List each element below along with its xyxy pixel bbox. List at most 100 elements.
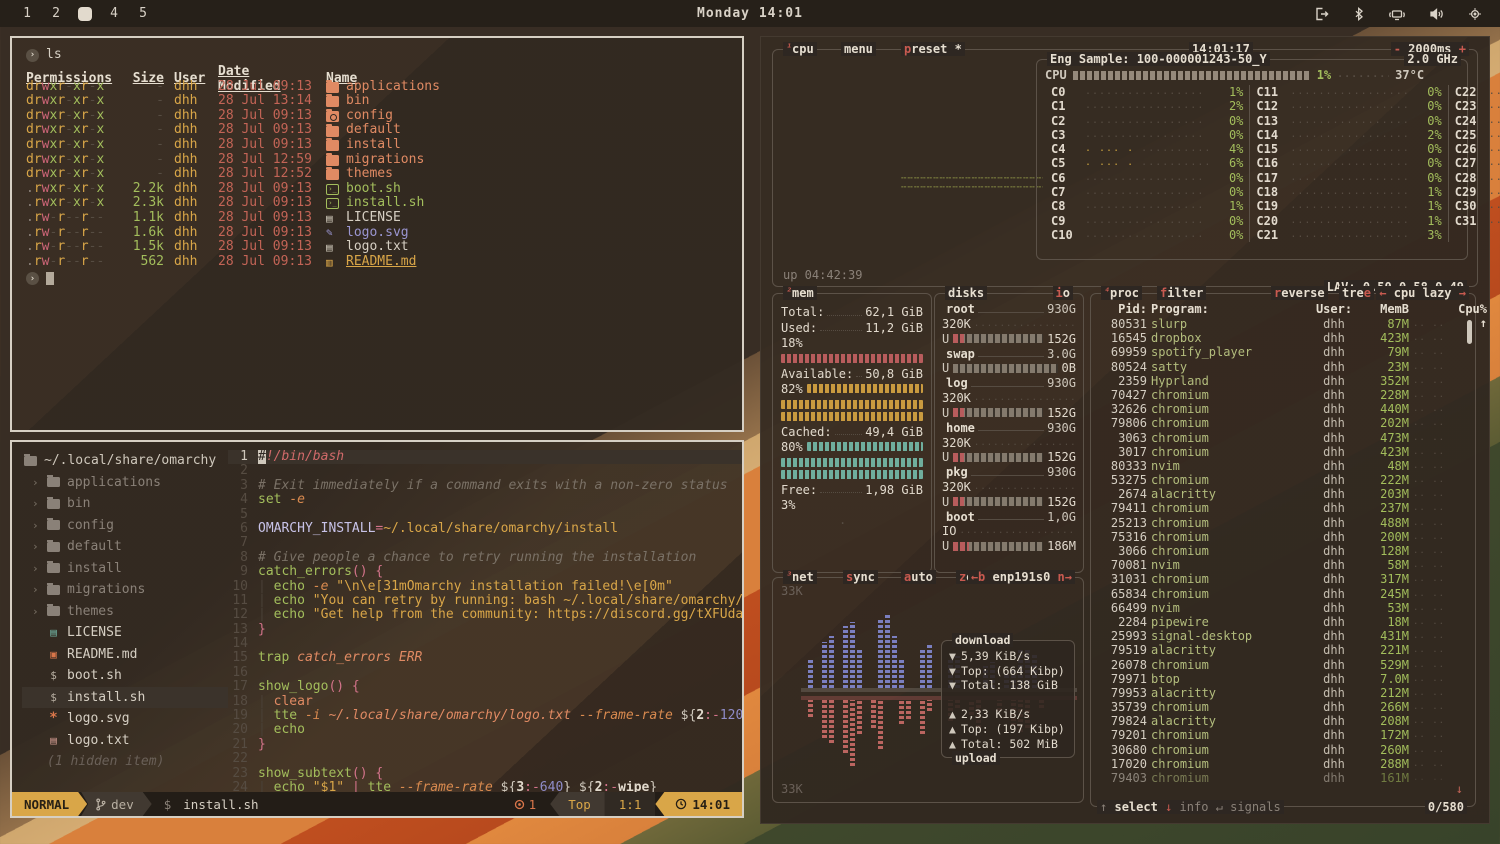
terminal-cursor[interactable]	[46, 272, 54, 285]
code-line[interactable]: 18│ clear	[228, 695, 742, 709]
tree-item-install[interactable]: ›install	[22, 558, 228, 580]
net-sync-button[interactable]: sync	[843, 570, 878, 584]
process-row[interactable]: 26078chromiumdhh529M.. .. ..0.0	[1099, 658, 1465, 672]
code-line[interactable]: 9catch_errors() {	[228, 565, 742, 579]
proc-tab[interactable]: ⁴proc	[1101, 286, 1142, 300]
preset-button[interactable]: preset *	[901, 42, 965, 56]
process-row[interactable]: 79971btopdhh7.0M.. .. ..0.0	[1099, 672, 1465, 686]
volume-icon[interactable]	[1429, 7, 1444, 21]
disks-tab[interactable]: disks	[945, 286, 987, 300]
process-row[interactable]: 2674alacrittydhh203M.. .. ..0.0	[1099, 487, 1465, 501]
code-line[interactable]: 24│ echo "$1" | tte --frame-rate ${3:-64…	[228, 781, 742, 792]
settings-icon[interactable]	[1468, 7, 1482, 21]
tree-item-bin[interactable]: ›bin	[22, 493, 228, 515]
mem-tab[interactable]: ²mem	[783, 286, 817, 300]
process-row[interactable]: 2359Hyprlanddhh352M.. .. ..0.0	[1099, 374, 1465, 388]
tree-item-boot.sh[interactable]: $boot.sh	[22, 665, 228, 687]
code-line[interactable]: 19│ tte -i ~/.local/share/omarchy/logo.t…	[228, 709, 742, 723]
net-auto-button[interactable]: auto	[901, 570, 936, 584]
process-row[interactable]: 53275chromiumdhh222M.. .. ..0.0	[1099, 473, 1465, 487]
code-line[interactable]: 4set -e	[228, 493, 742, 507]
process-row[interactable]: 75316chromiumdhh200M.. .. ..0.0	[1099, 530, 1465, 544]
tree-item-logo.svg[interactable]: *logo.svg	[22, 708, 228, 730]
code-line[interactable]: 15trap catch_errors ERR	[228, 651, 742, 665]
code-line[interactable]: 12│ echo "Get help from the community: h…	[228, 608, 742, 622]
bluetooth-icon[interactable]	[1353, 7, 1365, 21]
process-row[interactable]: 3063chromiumdhh473M.. .. ..0.0	[1099, 431, 1465, 445]
cpu-tab[interactable]: ¹cpu	[783, 42, 817, 56]
process-row[interactable]: 79411chromiumdhh237M.. .. ..0.0	[1099, 501, 1465, 515]
code-line[interactable]: 13}	[228, 623, 742, 637]
code-line[interactable]: 22	[228, 752, 742, 766]
code-line[interactable]: 21}	[228, 738, 742, 752]
process-row[interactable]: 79953alacrittydhh212M.. .. ..0.0	[1099, 686, 1465, 700]
process-row[interactable]: 79806chromiumdhh202M.. .. ..0.0	[1099, 416, 1465, 430]
chevron-right-icon[interactable]: ›	[32, 558, 40, 580]
chevron-right-icon[interactable]: ›	[32, 472, 40, 494]
process-row[interactable]: 79201chromiumdhh172M.. .. ..0.0	[1099, 728, 1465, 742]
sort-column-selector[interactable]: ← cpu lazy →	[1376, 286, 1469, 300]
tree-item-README.md[interactable]: ▣README.md	[22, 644, 228, 666]
code-line[interactable]: 17show_logo() {	[228, 680, 742, 694]
chevron-right-icon[interactable]: ›	[32, 536, 40, 558]
process-row[interactable]: 80531slurpdhh87M.. .. ..0.0	[1099, 317, 1465, 331]
code-line[interactable]: 11│ echo "You can retry by running: bash…	[228, 594, 742, 608]
net-tab[interactable]: ³net	[783, 570, 817, 584]
code-line[interactable]: 8# Give people a chance to retry running…	[228, 551, 742, 565]
code-line[interactable]: 1#!/bin/bash	[228, 450, 742, 464]
filter-button[interactable]: filter	[1157, 286, 1206, 300]
process-row[interactable]: 31031chromiumdhh317M.. .. ..0.0	[1099, 572, 1465, 586]
process-row[interactable]: 3066chromiumdhh128M.. .. ..0.0	[1099, 544, 1465, 558]
code-line[interactable]: 6OMARCHY_INSTALL=~/.local/share/omarchy/…	[228, 522, 742, 536]
chevron-right-icon[interactable]: ›	[32, 579, 40, 601]
code-line[interactable]: 3# Exit immediately if a command exits w…	[228, 479, 742, 493]
process-row[interactable]: 25213chromiumdhh488M.. .. ..0.0	[1099, 516, 1465, 530]
select-button[interactable]: select	[1114, 800, 1157, 814]
process-row[interactable]: 32626chromiumdhh440M.. .. ..0.0	[1099, 402, 1465, 416]
process-row[interactable]: 80333nvimdhh48M.. .. ..0.0	[1099, 459, 1465, 473]
chevron-right-icon[interactable]: ›	[32, 601, 40, 623]
process-scrollbar[interactable]	[1467, 320, 1472, 344]
code-line[interactable]: 10│ echo -e "\n\e[31mOmarchy installatio…	[228, 580, 742, 594]
process-row[interactable]: 70427chromiumdhh228M.. .. ..0.0	[1099, 388, 1465, 402]
process-row[interactable]: 79519alacrittydhh221M.. .. ..0.0	[1099, 643, 1465, 657]
code-editor[interactable]: 1#!/bin/bash23# Exit immediately if a co…	[228, 442, 742, 792]
tree-item-migrations[interactable]: ›migrations	[22, 579, 228, 601]
process-row[interactable]: 3017chromiumdhh423M.. .. ..0.0	[1099, 445, 1465, 459]
logout-icon[interactable]	[1314, 7, 1329, 21]
tree-item-themes[interactable]: ›themes	[22, 601, 228, 623]
tree-root[interactable]: ~/.local/share/omarchy	[22, 450, 228, 472]
tree-item-1hiddenitem[interactable]: (1 hidden item)	[22, 751, 228, 773]
process-row[interactable]: 35739chromiumdhh266M.. .. ..0.0	[1099, 700, 1465, 714]
tree-item-LICENSE[interactable]: ▤LICENSE	[22, 622, 228, 644]
signals-button[interactable]: signals	[1230, 800, 1281, 814]
process-row[interactable]: 2284pipewiredhh18M.. .. ..0.0	[1099, 615, 1465, 629]
tree-item-default[interactable]: ›default	[22, 536, 228, 558]
process-row[interactable]: 70081nvimdhh58M.. .. ..0.0	[1099, 558, 1465, 572]
process-row[interactable]: 65834chromiumdhh245M.. .. ..0.0	[1099, 587, 1465, 601]
tree-item-logo.txt[interactable]: ▤logo.txt	[22, 730, 228, 752]
tree-button[interactable]: tree	[1339, 286, 1374, 300]
process-row[interactable]: 80524sattydhh23M.. .. ..0.0	[1099, 360, 1465, 374]
process-row[interactable]: 79824alacrittydhh208M.. .. ..0.0	[1099, 714, 1465, 728]
io-mode-button[interactable]: io	[1053, 286, 1073, 300]
tree-item-config[interactable]: ›config	[22, 515, 228, 537]
reverse-button[interactable]: reverse	[1271, 286, 1328, 300]
chevron-right-icon[interactable]: ›	[32, 515, 40, 537]
code-line[interactable]: 14	[228, 637, 742, 651]
process-row[interactable]: 16545dropboxdhh423M.. .. ..0.0	[1099, 331, 1465, 345]
chevron-right-icon[interactable]: ›	[32, 493, 40, 515]
code-line[interactable]: 23show_subtext() {	[228, 767, 742, 781]
code-line[interactable]: 2	[228, 464, 742, 478]
network-icon[interactable]	[1389, 7, 1405, 21]
process-row[interactable]: 66499nvimdhh53M.. .. ..0.0	[1099, 601, 1465, 615]
tree-item-applications[interactable]: ›applications	[22, 472, 228, 494]
net-interface[interactable]: ←b enp191s0 n→	[968, 570, 1075, 584]
info-button[interactable]: info	[1180, 800, 1209, 814]
process-row[interactable]: 17020chromiumdhh288M.. .. ..0.0	[1099, 757, 1465, 771]
process-row[interactable]: 25993signal-desktopdhh431M.. .. ..0.0	[1099, 629, 1465, 643]
menu-button[interactable]: menu	[841, 42, 876, 56]
tree-item-install.sh[interactable]: $install.sh	[22, 687, 228, 709]
process-row[interactable]: 79403chromiumdhh161M.. .. ..0.0	[1099, 771, 1465, 785]
code-line[interactable]: 5	[228, 508, 742, 522]
